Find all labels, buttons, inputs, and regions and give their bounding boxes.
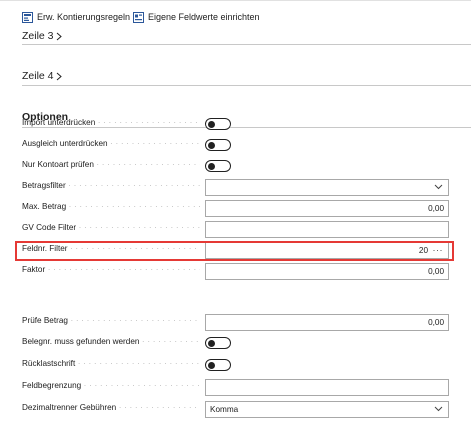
row-max-amount: Max. Betrag 0,00 (0, 199, 471, 219)
import-suppress-toggle[interactable] (205, 118, 231, 130)
chevron-down-icon (434, 406, 443, 412)
toggle-knob (208, 141, 215, 149)
action-toolbar: Erw. Kontierungsregeln Eigene Feldwerte … (0, 0, 471, 30)
section-divider (22, 44, 471, 45)
row-factor: Faktor 0,00 (0, 262, 471, 282)
toggle-knob (208, 162, 215, 170)
row-balance-suppress: Ausgleich unterdrücken (0, 136, 471, 156)
advanced-posting-rules-label: Erw. Kontierungsregeln (37, 12, 131, 22)
section-line4-header[interactable]: Zeile 4 (22, 70, 62, 82)
doc-no-must-be-found-toggle[interactable] (205, 337, 231, 349)
section-divider (22, 85, 471, 86)
row-amount-filter: Betragsfilter (0, 178, 471, 198)
section-line3-header[interactable]: Zeile 3 (22, 30, 62, 42)
own-field-values-label: Eigene Feldwerte einrichten (148, 12, 260, 22)
toggle-knob (208, 120, 215, 128)
toggle-knob (208, 361, 215, 369)
chevron-right-icon (56, 72, 62, 80)
row-decimal-separator-fees: Dezimaltrenner Gebühren Komma (0, 400, 471, 420)
max-amount-label: Max. Betrag (22, 202, 200, 211)
balance-suppress-toggle[interactable] (205, 139, 231, 151)
field-values-icon (133, 11, 144, 23)
check-amount-value: 0,00 (428, 318, 444, 327)
posting-rules-icon (22, 11, 33, 23)
decimal-separator-fees-label: Dezimaltrenner Gebühren (22, 403, 200, 412)
balance-suppress-label: Ausgleich unterdrücken (22, 139, 200, 148)
check-amount-label: Prüfe Betrag (22, 316, 200, 325)
field-delimiter-input[interactable] (205, 379, 449, 396)
doc-no-must-be-found-label: Belegnr. muss gefunden werden (22, 337, 200, 346)
gv-code-filter-input[interactable] (205, 221, 449, 238)
factor-label: Faktor (22, 265, 200, 274)
own-field-values-button[interactable]: Eigene Feldwerte einrichten (133, 9, 260, 25)
return-debit-label: Rücklastschrift (22, 359, 200, 368)
highlight-box (15, 241, 454, 261)
chevron-down-icon (434, 184, 443, 190)
row-check-amount: Prüfe Betrag 0,00 (0, 313, 471, 333)
max-amount-input[interactable]: 0,00 (205, 200, 449, 217)
section-line4-title: Zeile 4 (22, 70, 54, 82)
gv-code-filter-label: GV Code Filter (22, 223, 200, 232)
factor-input[interactable]: 0,00 (205, 263, 449, 280)
factor-value: 0,00 (428, 267, 444, 276)
row-field-delimiter: Feldbegrenzung (0, 378, 471, 398)
field-delimiter-label: Feldbegrenzung (22, 381, 200, 390)
max-amount-value: 0,00 (428, 204, 444, 213)
section-line3-title: Zeile 3 (22, 30, 54, 42)
import-suppress-label: Import unterdrücken (22, 118, 200, 127)
row-import-suppress: Import unterdrücken (0, 115, 471, 135)
check-account-type-label: Nur Kontoart prüfen (22, 160, 200, 169)
amount-filter-select[interactable] (205, 179, 449, 196)
check-account-type-toggle[interactable] (205, 160, 231, 172)
decimal-separator-fees-value: Komma (210, 405, 239, 414)
amount-filter-label: Betragsfilter (22, 181, 200, 190)
advanced-posting-rules-button[interactable]: Erw. Kontierungsregeln (22, 9, 130, 25)
row-return-debit: Rücklastschrift (0, 356, 471, 376)
row-gv-code-filter: GV Code Filter (0, 220, 471, 240)
return-debit-toggle[interactable] (205, 359, 231, 371)
toggle-knob (208, 339, 215, 347)
decimal-separator-fees-select[interactable]: Komma (205, 401, 449, 418)
row-doc-no-must-be-found: Belegnr. muss gefunden werden (0, 334, 471, 354)
check-amount-input[interactable]: 0,00 (205, 314, 449, 331)
row-check-account-type: Nur Kontoart prüfen (0, 157, 471, 177)
chevron-right-icon (56, 32, 62, 40)
